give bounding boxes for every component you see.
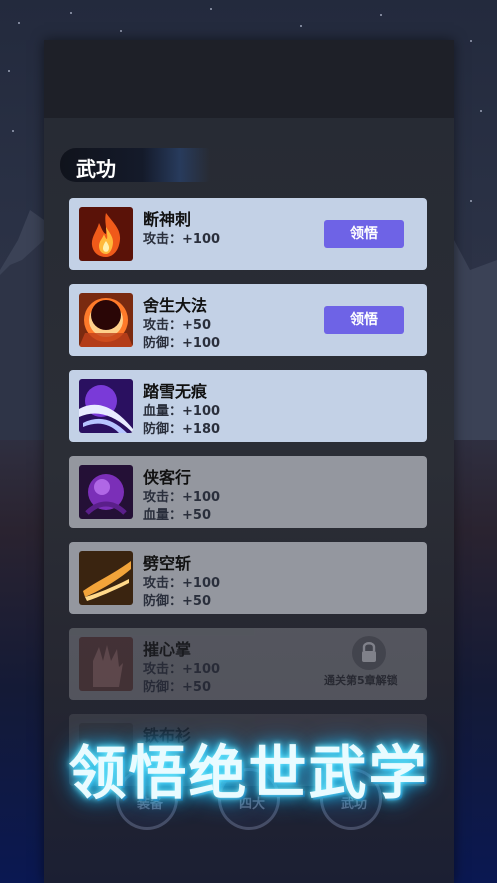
skill-name: 侠客行 [143, 468, 192, 487]
section-title: 武功 [76, 157, 116, 181]
purple-orb-skill-icon [79, 465, 133, 519]
unlock-condition: 通关第5章解锁 [324, 674, 398, 687]
star [380, 14, 382, 16]
skill-stat: 攻击：+50 [143, 318, 211, 333]
star [210, 8, 212, 10]
skill-name: 摧心掌 [143, 640, 192, 659]
skill-name: 劈空斩 [143, 554, 192, 573]
lock-icon [352, 636, 386, 670]
skill-name: 舍生大法 [143, 296, 208, 315]
learn-button[interactable]: 领悟 [324, 306, 404, 334]
skill-stat: 防御：+50 [143, 680, 211, 695]
skill-stat: 防御：+50 [143, 594, 211, 609]
learn-button[interactable]: 领悟 [324, 220, 404, 248]
skill-card[interactable]: 踏雪无痕 血量：+100 防御：+180 [69, 370, 427, 442]
skill-stat: 攻击：+100 [143, 662, 221, 677]
star [120, 30, 122, 32]
sun-ring-skill-icon [79, 293, 133, 347]
skill-name: 踏雪无痕 [143, 382, 208, 401]
skill-stat: 血量：+100 [143, 404, 221, 419]
star [470, 40, 472, 42]
skill-stat: 防御：+180 [143, 422, 221, 437]
star [480, 110, 482, 112]
skill-stat: 血量：+50 [143, 508, 211, 523]
fire-skill-icon [79, 207, 133, 261]
star [70, 12, 72, 14]
panel-header [44, 40, 454, 118]
star [8, 70, 10, 72]
skill-card[interactable]: 侠客行 攻击：+100 血量：+50 [69, 456, 427, 528]
golden-slash-skill-icon [79, 551, 133, 605]
star [18, 22, 20, 24]
skill-card[interactable]: 劈空斩 攻击：+100 防御：+50 [69, 542, 427, 614]
star [300, 25, 302, 27]
skill-card[interactable]: 断神刺 攻击：+100 领悟 [69, 198, 427, 270]
skill-stat: 攻击：+100 [143, 490, 221, 505]
palm-skill-icon [79, 637, 133, 691]
star [12, 130, 14, 132]
skill-stat: 攻击：+100 [143, 576, 221, 591]
skill-stat: 攻击：+100 [143, 232, 221, 247]
skill-stat: 防御：+100 [143, 336, 221, 351]
skill-name: 断神刺 [143, 210, 192, 229]
skill-card-locked: 摧心掌 攻击：+100 防御：+50 通关第5章解锁 [69, 628, 427, 700]
section-header: 武功 [60, 148, 210, 182]
skill-card[interactable]: 舍生大法 攻击：+50 防御：+100 领悟 [69, 284, 427, 356]
wind-slash-skill-icon [79, 379, 133, 433]
promo-banner: 领悟绝世武学 [68, 739, 429, 807]
